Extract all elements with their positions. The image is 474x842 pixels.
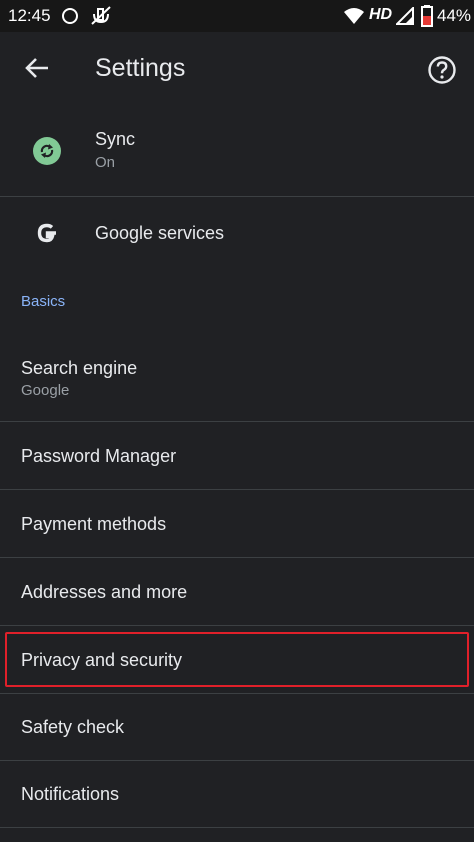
setting-payment-methods[interactable]: Payment methods bbox=[0, 490, 474, 557]
section-header-basics: Basics bbox=[21, 293, 66, 310]
signal-icon bbox=[394, 5, 414, 30]
setting-notifications[interactable]: Notifications bbox=[0, 761, 474, 827]
google-services-title: Google services bbox=[95, 223, 225, 243]
setting-label: Addresses and more bbox=[21, 582, 188, 602]
setting-search-engine[interactable]: Search engine Google bbox=[0, 340, 474, 420]
divider bbox=[0, 827, 474, 828]
setting-label: Password Manager bbox=[21, 446, 177, 466]
sync-status: On bbox=[95, 154, 116, 171]
help-button[interactable] bbox=[424, 52, 460, 88]
setting-label: Payment methods bbox=[21, 514, 167, 534]
battery-percent: 44% bbox=[437, 6, 472, 25]
back-arrow-icon bbox=[25, 58, 48, 78]
setting-label: Notifications bbox=[21, 784, 120, 804]
network-type: HD bbox=[369, 6, 393, 23]
page-title: Settings bbox=[95, 54, 186, 82]
setting-privacy-security[interactable]: Privacy and security bbox=[0, 626, 474, 693]
setting-label: Safety check bbox=[21, 717, 125, 737]
setting-addresses[interactable]: Addresses and more bbox=[0, 558, 474, 625]
status-time: 12:45 bbox=[8, 6, 51, 25]
google-services-row[interactable]: Google services bbox=[0, 197, 474, 269]
wifi-icon bbox=[343, 7, 365, 30]
help-icon bbox=[428, 56, 456, 84]
do-not-disturb-icon bbox=[62, 8, 78, 24]
setting-safety-check[interactable]: Safety check bbox=[0, 694, 474, 760]
status-bar: 12:45 HD 44% bbox=[0, 0, 474, 32]
setting-label: Privacy and security bbox=[21, 650, 183, 670]
sync-title: Sync bbox=[95, 129, 136, 149]
app-bar: Settings bbox=[0, 32, 474, 104]
setting-label: Search engine bbox=[21, 358, 138, 378]
back-button[interactable] bbox=[18, 50, 56, 86]
sync-icon bbox=[33, 137, 61, 165]
sync-row[interactable]: Sync On bbox=[0, 104, 474, 196]
mute-icon bbox=[90, 6, 112, 31]
google-logo-icon bbox=[37, 223, 56, 243]
setting-password-manager[interactable]: Password Manager bbox=[0, 422, 474, 489]
battery-icon bbox=[421, 5, 433, 32]
setting-value: Google bbox=[21, 382, 70, 399]
